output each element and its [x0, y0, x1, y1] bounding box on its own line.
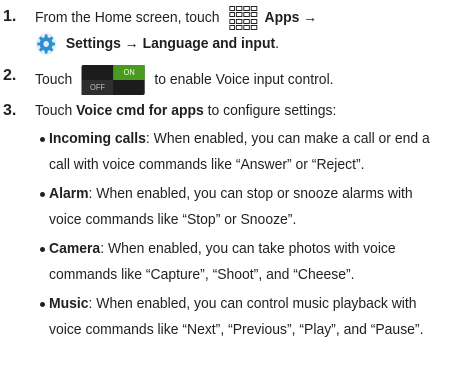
step-number: 3. — [3, 102, 17, 119]
on-off-toggle-icon: ON OFF — [81, 65, 145, 95]
bullet-line-1: Music: When enabled, you can control mus… — [49, 293, 417, 315]
arrow: → — [124, 34, 139, 52]
voice-cmd-label: Voice cmd for apps — [76, 102, 204, 119]
apps-grid-icon — [228, 6, 257, 30]
bullet-term: Camera — [49, 240, 101, 257]
toggle-on-label: ON — [113, 65, 145, 80]
bullet-dot — [40, 192, 45, 197]
bullet-term: Incoming calls — [49, 130, 146, 147]
bullet-dot — [40, 302, 45, 307]
touch-text: Touch — [35, 70, 73, 88]
settings-label: Settings — [65, 34, 121, 52]
apps-label: Apps — [264, 8, 300, 26]
step-1-line-1: From the Home screen, touch Apps → — [35, 6, 317, 30]
touch-text: Touch — [35, 102, 73, 119]
language-and-input-label: Language and input — [142, 34, 276, 52]
step-2-line: Touch ON OFF to enable Voice input contr… — [35, 65, 334, 95]
bullet-line-1: Alarm: When enabled, you can stop or sno… — [49, 183, 413, 205]
toggle-off-label: OFF — [81, 80, 114, 95]
step-3-line: Touch Voice cmd for apps to configure se… — [35, 100, 336, 122]
bullet-line-1: Incoming calls: When enabled, you can ma… — [49, 128, 430, 150]
bullet-dot — [40, 137, 45, 142]
bullet-text: : When enabled, you can control music pl… — [88, 295, 417, 312]
bullet-line-2: commands like “Capture”, “Shoot”, and “C… — [49, 266, 355, 283]
bullet-term: Alarm — [49, 185, 89, 202]
step-text: to configure settings: — [207, 102, 337, 119]
bullet-text: : When enabled, you can take photos with… — [100, 240, 396, 257]
bullet-term: Music — [49, 295, 89, 312]
bullet-text: : When enabled, you can make a call or e… — [145, 130, 430, 147]
bullet-dot — [40, 247, 45, 252]
instructions-page: 1. From the Home screen, touch Apps → Se… — [0, 0, 468, 367]
bullet-line-1: Camera: When enabled, you can take photo… — [49, 238, 396, 260]
bullet-line-2: call with voice commands like “Answer” o… — [49, 156, 365, 173]
bullet-line-2: voice commands like “Stop” or Snooze”. — [49, 211, 297, 228]
step-1-line-2: Settings → Language and input. — [35, 32, 279, 56]
step-number: 1. — [3, 8, 17, 25]
period: . — [275, 34, 280, 52]
step-number: 2. — [3, 67, 17, 84]
arrow: → — [303, 8, 318, 26]
step-text: to enable Voice input control. — [154, 70, 334, 88]
step-text: From the Home screen, touch — [35, 8, 220, 26]
settings-gear-icon — [35, 33, 57, 55]
bullet-line-2: voice commands like “Next”, “Previous”, … — [49, 321, 424, 338]
bullet-text: : When enabled, you can stop or snooze a… — [88, 185, 413, 202]
